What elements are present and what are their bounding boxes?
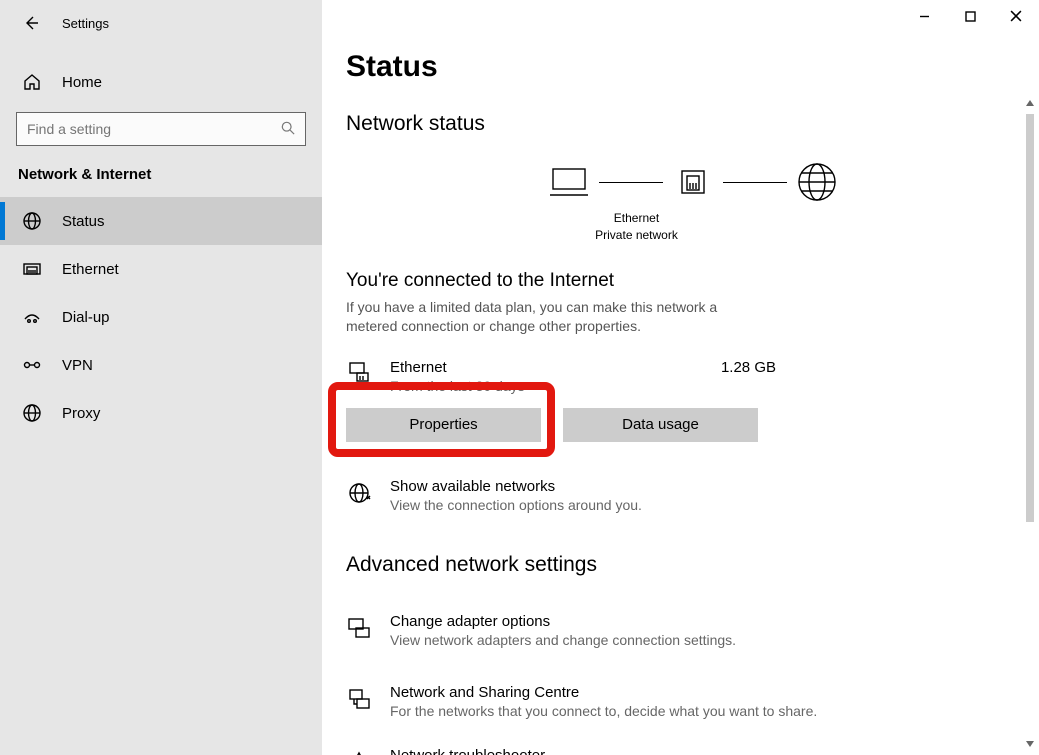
link-troubleshooter[interactable]: Network troubleshooter Diagnose and fix …	[346, 747, 1039, 755]
link-title: Network and Sharing Centre	[390, 684, 817, 701]
search-box[interactable]	[16, 112, 306, 146]
nav-label-proxy: Proxy	[62, 405, 100, 422]
close-button[interactable]	[993, 0, 1039, 32]
status-heading: Network status	[346, 112, 1039, 136]
proxy-icon	[22, 403, 42, 423]
link-subtitle: For the networks that you connect to, de…	[390, 703, 817, 719]
network-diagram: Ethernet Private network	[346, 160, 1039, 244]
diagram-conn-name: Ethernet	[595, 210, 678, 227]
warning-icon	[346, 749, 372, 755]
home-label: Home	[62, 74, 102, 91]
app-title: Settings	[62, 16, 109, 31]
back-button[interactable]	[22, 14, 40, 32]
sidebar-item-status[interactable]: Status	[0, 197, 322, 245]
scroll-up-icon[interactable]	[1023, 96, 1037, 110]
sidebar-item-proxy[interactable]: Proxy	[0, 389, 322, 437]
globe-small-icon	[346, 480, 372, 506]
link-subtitle: View network adapters and change connect…	[390, 632, 736, 648]
advanced-heading: Advanced network settings	[346, 553, 1039, 577]
dialup-icon	[22, 307, 42, 327]
nav-label-dialup: Dial-up	[62, 309, 110, 326]
adapter-icon	[346, 615, 372, 641]
maximize-button[interactable]	[947, 0, 993, 32]
link-subtitle: View the connection options around you.	[390, 497, 642, 513]
home-icon	[22, 72, 42, 92]
ethernet-port-icon	[671, 160, 715, 204]
connected-text: If you have a limited data plan, you can…	[346, 298, 726, 337]
sidebar-section-title: Network & Internet	[0, 146, 322, 197]
computer-icon	[547, 160, 591, 204]
connector-line	[599, 182, 663, 183]
connection-name: Ethernet	[390, 359, 525, 376]
connection-card: Ethernet From the last 30 days 1.28 GB	[346, 359, 776, 394]
link-adapter-options[interactable]: Change adapter options View network adap…	[346, 613, 1039, 648]
connected-heading: You're connected to the Internet	[346, 270, 1039, 292]
search-input[interactable]	[27, 121, 255, 137]
minimize-button[interactable]	[901, 0, 947, 32]
sidebar-item-ethernet[interactable]: Ethernet	[0, 245, 322, 293]
connector-line	[723, 182, 787, 183]
connection-usage: 1.28 GB	[721, 359, 776, 376]
diagram-conn-type: Private network	[595, 227, 678, 244]
sidebar: Settings Home Network & Internet Status	[0, 0, 322, 755]
link-title: Show available networks	[390, 478, 642, 495]
search-icon	[281, 121, 295, 138]
scrollbar[interactable]	[1023, 96, 1037, 751]
vpn-icon	[22, 355, 42, 375]
connection-sub: From the last 30 days	[390, 378, 525, 394]
status-icon	[22, 211, 42, 231]
ethernet-card-icon	[346, 359, 372, 385]
page-title: Status	[346, 50, 1039, 84]
nav-label-ethernet: Ethernet	[62, 261, 119, 278]
sidebar-item-vpn[interactable]: VPN	[0, 341, 322, 389]
link-sharing-centre[interactable]: Network and Sharing Centre For the netwo…	[346, 684, 1039, 719]
sidebar-item-home[interactable]: Home	[0, 62, 322, 102]
scroll-thumb[interactable]	[1026, 114, 1034, 522]
data-usage-button[interactable]: Data usage	[563, 408, 758, 442]
nav-label-vpn: VPN	[62, 357, 93, 374]
globe-icon	[795, 160, 839, 204]
link-title: Network troubleshooter	[390, 747, 613, 755]
properties-button[interactable]: Properties	[346, 408, 541, 442]
sharing-icon	[346, 686, 372, 712]
link-available-networks[interactable]: Show available networks View the connect…	[346, 478, 1039, 513]
sidebar-item-dialup[interactable]: Dial-up	[0, 293, 322, 341]
ethernet-icon	[22, 259, 42, 279]
nav-label-status: Status	[62, 213, 105, 230]
content-area: Status Network status Ethernet Private n…	[322, 0, 1039, 755]
scroll-down-icon[interactable]	[1023, 737, 1037, 751]
link-title: Change adapter options	[390, 613, 736, 630]
